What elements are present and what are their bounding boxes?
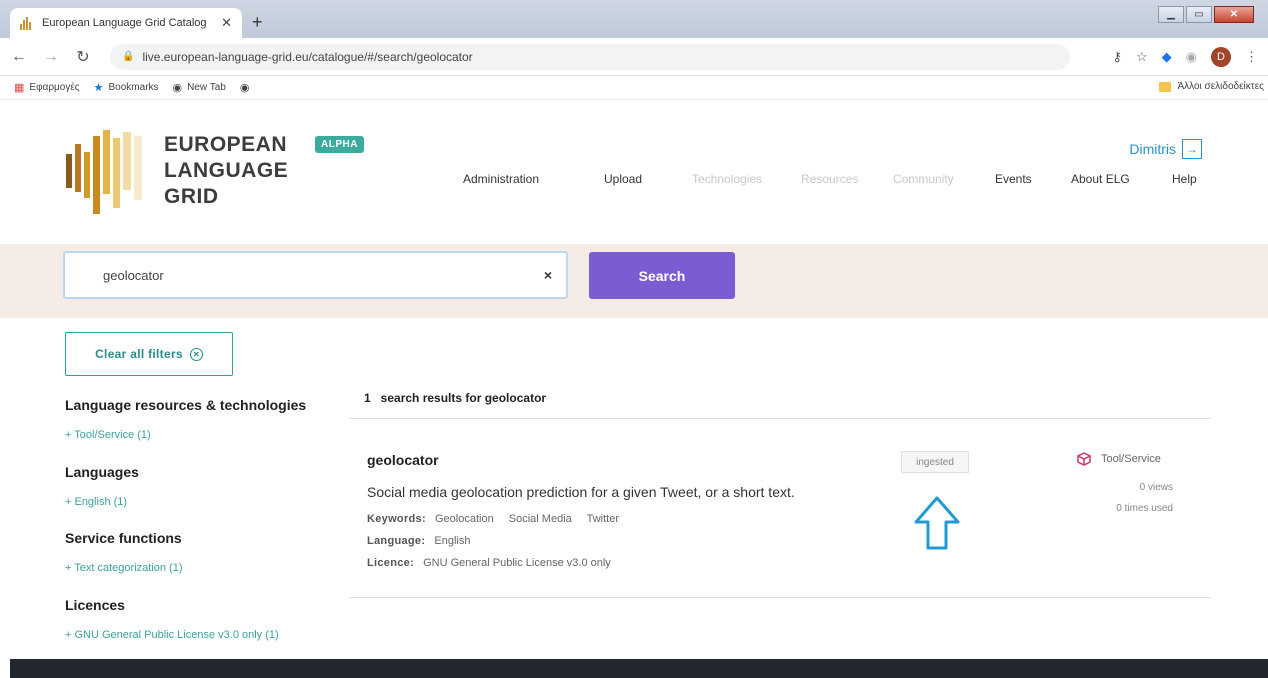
clear-all-filters-button[interactable]: Clear all filters ✕	[65, 332, 233, 376]
search-input-value: geolocator	[103, 267, 164, 283]
filter-group-title: Licences	[65, 597, 125, 613]
bookmark-new-tab[interactable]: ◉ New Tab	[173, 81, 226, 94]
elg-favicon-icon	[20, 16, 34, 30]
reload-icon[interactable]: ↻	[70, 47, 96, 67]
logout-icon[interactable]: →	[1182, 139, 1202, 159]
browser-tab-strip: European Language Grid Catalog ✕ + ▁ ▭ ✕	[0, 0, 1268, 38]
results-count: 1 search results for geolocator	[364, 391, 547, 405]
profile-avatar[interactable]: D	[1211, 47, 1231, 67]
nav-technologies: Technologies	[692, 172, 763, 186]
bookmark-star-icon: ★	[93, 82, 104, 94]
tab-title: European Language Grid Catalog	[42, 17, 207, 29]
cube-icon	[1077, 452, 1091, 466]
extension-icon[interactable]: ◆	[1162, 49, 1172, 65]
nav-upload[interactable]: Upload	[604, 172, 642, 186]
keyword-tag[interactable]: Geolocation	[435, 513, 494, 525]
filter-group-title: Language resources & technologies	[65, 397, 307, 413]
nav-resources: Resources	[801, 172, 859, 186]
result-keywords: Keywords: Geolocation Social Media Twitt…	[367, 513, 620, 525]
nav-help[interactable]: Help	[1172, 172, 1197, 186]
keyword-tag[interactable]: Twitter	[587, 513, 619, 525]
back-icon[interactable]: ←	[6, 48, 32, 66]
nav-about[interactable]: About ELG	[1071, 172, 1130, 186]
filter-item-text-categorization[interactable]: + Text categorization (1)	[65, 562, 183, 574]
window-close-icon[interactable]: ✕	[1214, 6, 1254, 23]
filter-group-title: Languages	[65, 464, 139, 480]
globe-icon: ◉	[172, 82, 183, 94]
elg-logo[interactable]	[64, 130, 154, 216]
other-bookmarks[interactable]: Άλλοι σελιδοδείκτες	[1159, 81, 1264, 92]
nav-events[interactable]: Events	[995, 172, 1032, 186]
menu-icon[interactable]: ⋮	[1245, 49, 1258, 65]
bookmarks-bar: ▦ Εφαρμογές ★ Bookmarks ◉ New Tab ◉ Άλλοι σ…	[0, 76, 1268, 100]
star-icon[interactable]: ☆	[1136, 49, 1148, 65]
folder-icon	[1159, 81, 1172, 92]
extension2-icon[interactable]: ◉	[1186, 49, 1197, 65]
forward-icon[interactable]: →	[38, 48, 64, 66]
result-description: Social media geolocation prediction for …	[367, 484, 795, 500]
filter-group-title: Service functions	[65, 530, 182, 546]
filter-item-english[interactable]: + English (1)	[65, 496, 127, 508]
apps-grid-icon: ▦	[14, 82, 25, 94]
tab-close-icon[interactable]: ✕	[221, 15, 232, 31]
url-text: live.european-language-grid.eu/catalogue…	[142, 49, 473, 64]
site-footer	[10, 659, 1268, 678]
up-arrow-annotation-icon	[914, 496, 960, 550]
address-bar-row: ← → ↻ 🔒 live.european-language-grid.eu/c…	[0, 38, 1268, 76]
nav-administration[interactable]: Administration	[463, 172, 539, 186]
minimize-icon[interactable]: ▁	[1158, 6, 1184, 23]
key-icon[interactable]: ⚷	[1112, 49, 1122, 65]
keyword-tag[interactable]: Social Media	[509, 513, 572, 525]
brand-name: EUROPEAN LANGUAGE GRID	[164, 133, 289, 208]
search-input[interactable]: geolocator ×	[63, 251, 568, 299]
new-tab-icon[interactable]: +	[252, 12, 263, 33]
user-menu[interactable]: Dimitris →	[1129, 139, 1202, 159]
window-controls: ▁ ▭ ✕	[1158, 6, 1254, 23]
divider	[350, 418, 1210, 419]
browser-tab[interactable]: European Language Grid Catalog ✕	[10, 8, 242, 38]
bookmark-globe[interactable]: ◉	[240, 81, 255, 94]
globe-icon: ◉	[239, 82, 250, 94]
filter-item-tool-service[interactable]: + Tool/Service (1)	[65, 429, 151, 441]
divider	[350, 597, 1210, 598]
nav-community: Community	[893, 172, 954, 186]
status-badge: ingested	[901, 451, 969, 473]
times-used-count: 0 times used	[1116, 503, 1173, 514]
lock-icon: 🔒	[122, 51, 135, 62]
filter-item-gnu-licence[interactable]: + GNU General Public License v3.0 only (…	[65, 629, 279, 641]
clear-circle-icon: ✕	[189, 347, 203, 361]
user-name[interactable]: Dimitris	[1129, 141, 1176, 157]
alpha-badge: ALPHA	[315, 136, 364, 153]
views-count: 0 views	[1139, 482, 1173, 493]
maximize-icon[interactable]: ▭	[1186, 6, 1212, 23]
search-button[interactable]: Search	[589, 252, 735, 299]
clear-search-icon[interactable]: ×	[544, 267, 552, 283]
url-field[interactable]: 🔒 live.european-language-grid.eu/catalog…	[110, 43, 1070, 70]
bookmark-bookmarks[interactable]: ★ Bookmarks	[94, 81, 159, 94]
bookmark-apps[interactable]: ▦ Εφαρμογές	[14, 81, 80, 94]
resource-type: Tool/Service	[1077, 452, 1161, 466]
result-title[interactable]: geolocator	[367, 452, 439, 468]
result-language: Language: English	[367, 535, 471, 547]
result-licence: Licence: GNU General Public License v3.0…	[367, 557, 611, 569]
